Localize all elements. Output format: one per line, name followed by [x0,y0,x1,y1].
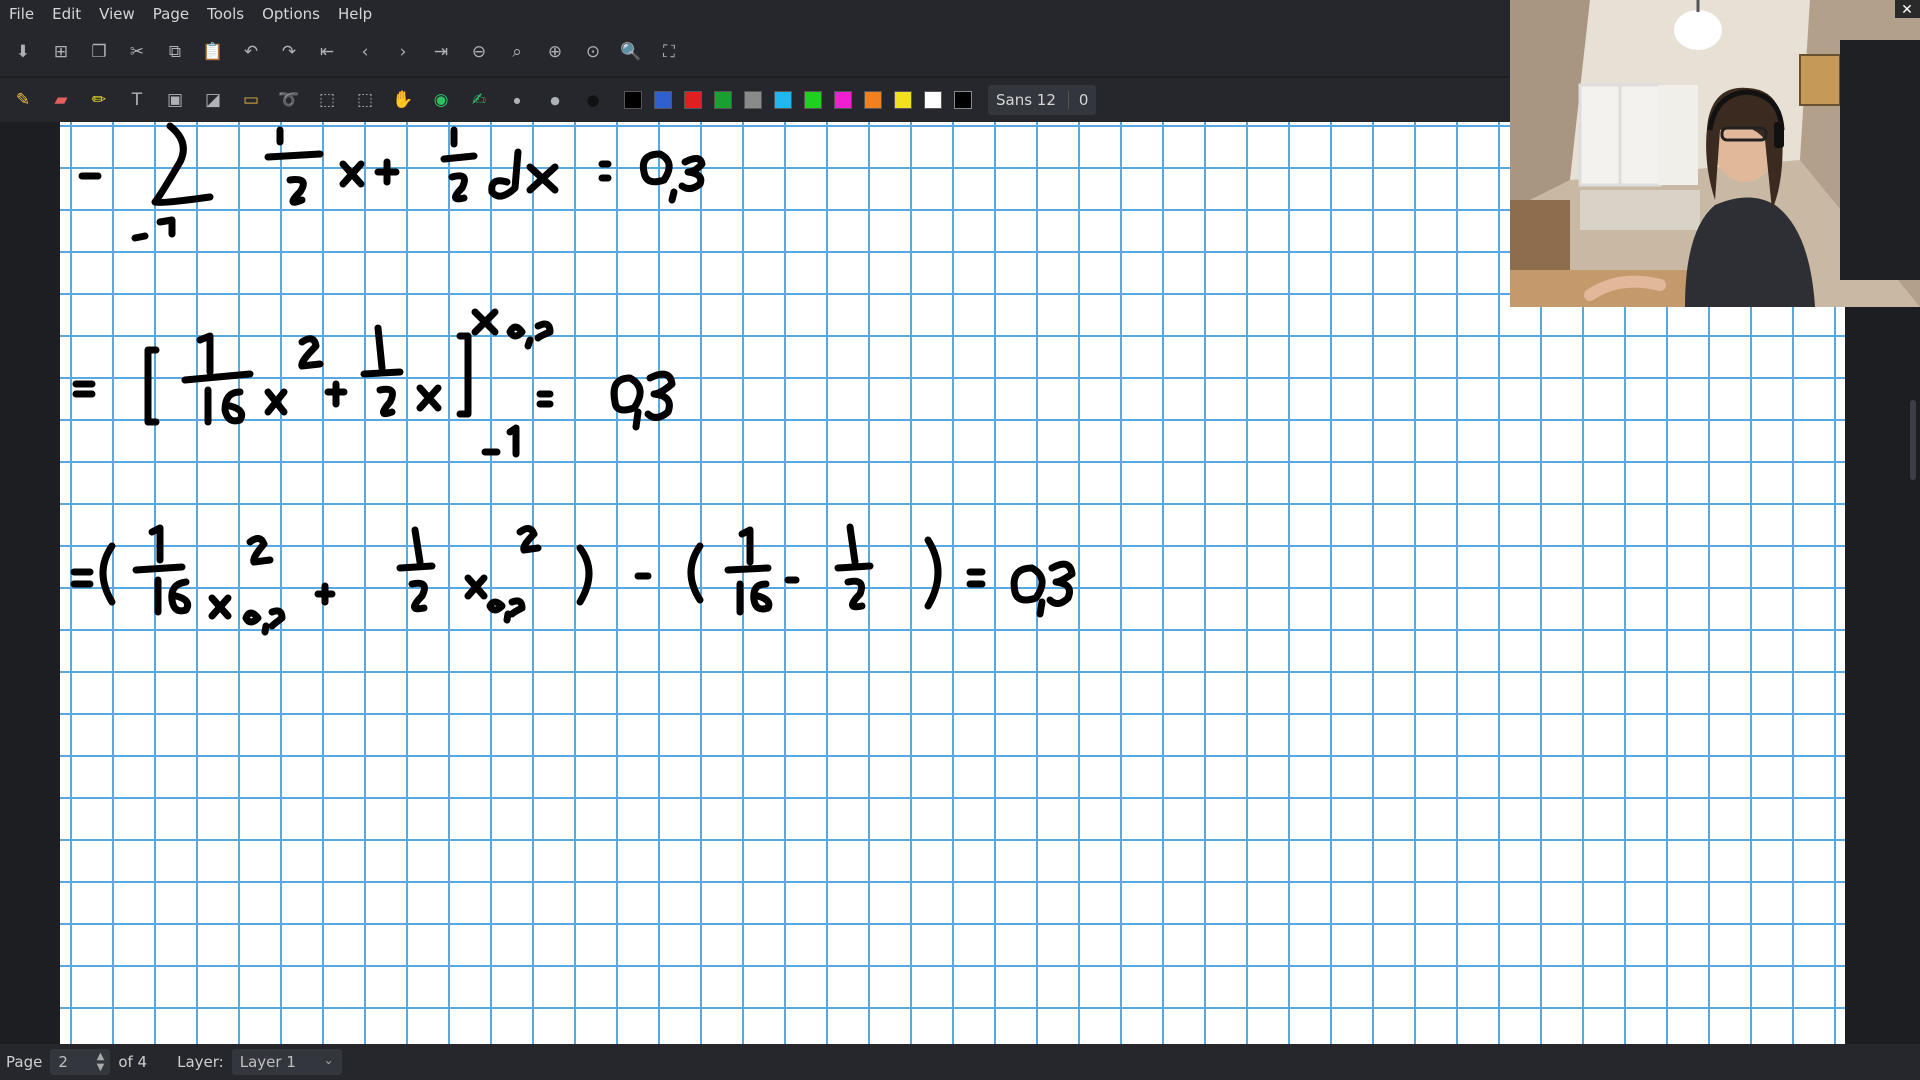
pen-icon[interactable]: ✎ [10,87,36,113]
webcam-overlay: ✕ [1510,0,1920,307]
menu-edit[interactable]: Edit [43,5,90,23]
lasso-icon[interactable]: ➰ [276,87,302,113]
fullscreen-icon[interactable]: ⛶ [656,39,682,65]
layer-value: Layer 1 [239,1053,296,1071]
layer-select[interactable]: Layer 1 ⌄ [231,1049,342,1075]
color-swatch-gray[interactable] [744,91,762,109]
undo-icon[interactable]: ↶ [238,39,264,65]
page-number-input[interactable]: 2 ▲ ▼ [50,1049,111,1075]
zoom-fit-icon[interactable]: ⌕ [504,39,530,65]
redo-icon[interactable]: ↷ [276,39,302,65]
menu-page[interactable]: Page [144,5,198,23]
page-number-value: 2 [58,1053,68,1071]
first-page-icon[interactable]: ⇤ [314,39,340,65]
zoom-icon[interactable]: 🔍 [618,39,644,65]
page-label: Page [6,1053,43,1071]
color-swatch-white[interactable] [924,91,942,109]
cut-icon[interactable]: ✂ [124,39,150,65]
image-icon[interactable]: ▣ [162,87,188,113]
color-swatch-blue[interactable] [654,91,672,109]
close-icon[interactable]: ✕ [1901,2,1913,18]
menu-file[interactable]: File [0,5,43,23]
font-size-field[interactable]: 0 [1067,91,1088,109]
webcam-image: ✕ [1510,0,1920,307]
menu-options[interactable]: Options [253,5,329,23]
menu-help[interactable]: Help [329,5,381,23]
vertical-scrollbar[interactable] [1910,400,1916,480]
spinner-arrows-icon[interactable]: ▲ ▼ [97,1051,105,1073]
zoom-out-icon[interactable]: ⊖ [466,39,492,65]
font-name: Sans 12 [996,91,1056,109]
menu-view[interactable]: View [90,5,144,23]
next-page-icon[interactable]: › [390,39,416,65]
color-swatch-lightgreen[interactable] [804,91,822,109]
main-toolbar: ⬇ ⊞ ❐ ✂ ⧉ 📋 ↶ ↷ ⇤ ‹ › ⇥ ⊖ ⌕ ⊕ ⊙ 🔍 ⛶ [0,28,1510,76]
new-page-icon[interactable]: ⊞ [48,39,74,65]
chevron-down-icon: ⌄ [323,1053,334,1067]
pen-settings-icon[interactable]: ✍ [466,87,492,113]
color-swatch-green[interactable] [714,91,732,109]
eraser-icon[interactable]: ▰ [48,87,74,113]
menu-tools[interactable]: Tools [198,5,253,23]
save-icon[interactable]: ⬇ [10,39,36,65]
layer-label: Layer: [177,1053,224,1071]
color-swatch-magenta[interactable] [834,91,852,109]
tools-toolbar: ✎ ▰ ✏ T ▣ ◪ ▭ ➰ ⬚ ⬚ ✋ ◉ ✍ ● ● ● Sans 12 … [0,78,1510,122]
color-swatch-orange[interactable] [864,91,882,109]
select-rect-icon[interactable]: ⬚ [314,87,340,113]
status-bar: Page 2 ▲ ▼ of 4 Layer: Layer 1 ⌄ [0,1044,1920,1080]
select-region-icon[interactable]: ⬚ [352,87,378,113]
color-picker-icon[interactable]: ◉ [428,87,454,113]
highlighter-icon[interactable]: ✏ [86,87,112,113]
canvas-left-margin [0,122,60,1044]
ruler-icon[interactable]: ▭ [238,87,264,113]
paste-icon[interactable]: 📋 [200,39,226,65]
previous-page-icon[interactable]: ‹ [352,39,378,65]
medium-dot-icon[interactable]: ● [542,87,568,113]
thin-dot-icon[interactable]: ● [504,87,530,113]
color-swatch-black[interactable] [624,91,642,109]
menu-bar: File Edit View Page Tools Options Help [0,0,1510,28]
hand-icon[interactable]: ✋ [390,87,416,113]
thick-dot-icon[interactable]: ● [580,87,606,113]
color-swatch-red[interactable] [684,91,702,109]
copy-page-icon[interactable]: ❐ [86,39,112,65]
color-swatch-lightblue[interactable] [774,91,792,109]
color-swatch-yellow[interactable] [894,91,912,109]
page-count: of 4 [118,1053,148,1071]
color-swatch-custom[interactable] [954,91,972,109]
last-page-icon[interactable]: ⇥ [428,39,454,65]
font-selector[interactable]: Sans 12 0 [988,85,1097,115]
shape-icon[interactable]: ◪ [200,87,226,113]
copy-icon[interactable]: ⧉ [162,39,188,65]
text-icon[interactable]: T [124,87,150,113]
zoom-100-icon[interactable]: ⊙ [580,39,606,65]
zoom-in-icon[interactable]: ⊕ [542,39,568,65]
